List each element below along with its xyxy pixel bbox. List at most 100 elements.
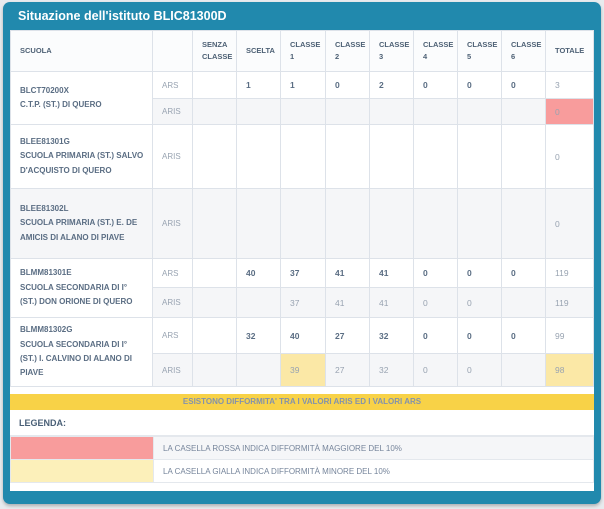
value-cell: 1: [281, 72, 326, 99]
table-row: BLEE81301G SCUOLA PRIMARIA (ST.) SALVO D…: [11, 125, 594, 189]
value-cell: [370, 125, 414, 189]
total-cell: 3: [546, 72, 594, 99]
value-cell: [237, 125, 281, 189]
header-classe-1: CLASSE 1: [281, 31, 326, 72]
total-cell: 0: [546, 189, 594, 259]
value-cell: 27: [326, 318, 370, 354]
source-label: ARIS: [153, 354, 193, 387]
total-cell: 119: [546, 288, 594, 318]
difformita-banner: ESISTONO DIFFORMITA' TRA I VALORI ARIS E…: [10, 394, 594, 410]
value-cell: 0: [458, 259, 502, 288]
value-cell: 0: [502, 72, 546, 99]
value-cell: [414, 99, 458, 125]
value-cell: 32: [370, 354, 414, 387]
header-senza-classe: SENZA CLASSE: [193, 31, 237, 72]
value-cell: [193, 189, 237, 259]
header-source: [153, 31, 193, 72]
value-cell: [237, 99, 281, 125]
value-cell: [237, 189, 281, 259]
value-cell: [458, 125, 502, 189]
source-label: ARS: [153, 318, 193, 354]
school-code: BLEE81302L: [20, 202, 146, 216]
source-label: ARS: [153, 72, 193, 99]
legend-row-red: LA CASELLA ROSSA INDICA DIFFORMITÀ MAGGI…: [11, 437, 594, 460]
value-cell: [370, 99, 414, 125]
value-cell: 0: [502, 318, 546, 354]
value-cell: [193, 354, 237, 387]
value-cell: [193, 288, 237, 318]
table-row: BLMM81302G SCUOLA SECONDARIA DI I° (ST.)…: [11, 318, 594, 354]
value-cell: [193, 259, 237, 288]
header-scelta: SCELTA: [237, 31, 281, 72]
value-cell-diff-minor: 39: [281, 354, 326, 387]
value-cell: [502, 288, 546, 318]
value-cell: [502, 189, 546, 259]
school-cell: BLEE81302L SCUOLA PRIMARIA (ST.) E. DE A…: [11, 189, 153, 259]
header-scuola: SCUOLA: [11, 31, 153, 72]
panel-content: SCUOLA SENZA CLASSE SCELTA CLASSE 1 CLAS…: [10, 30, 594, 491]
header-classe-2: CLASSE 2: [326, 31, 370, 72]
total-cell-diff-major: 0: [546, 99, 594, 125]
total-cell: 0: [546, 125, 594, 189]
value-cell: [414, 125, 458, 189]
school-code: BLMM81302G: [20, 323, 146, 337]
value-cell: [502, 99, 546, 125]
value-cell: [458, 99, 502, 125]
value-cell: [193, 72, 237, 99]
value-cell: 32: [237, 318, 281, 354]
value-cell: [326, 189, 370, 259]
value-cell: 0: [502, 259, 546, 288]
page-title: Situazione dell'istituto BLIC81300D: [10, 2, 594, 30]
value-cell: [281, 125, 326, 189]
legend-red-text: LA CASELLA ROSSA INDICA DIFFORMITÀ MAGGI…: [154, 437, 594, 460]
source-label: ARIS: [153, 288, 193, 318]
legend-row-yellow: LA CASELLA GIALLA INDICA DIFFORMITÀ MINO…: [11, 460, 594, 483]
value-cell: [458, 189, 502, 259]
value-cell: 0: [458, 288, 502, 318]
school-code: BLEE81301G: [20, 135, 146, 149]
value-cell: [414, 189, 458, 259]
value-cell: 40: [281, 318, 326, 354]
value-cell: [193, 99, 237, 125]
value-cell: [193, 318, 237, 354]
legend-yellow-text: LA CASELLA GIALLA INDICA DIFFORMITÀ MINO…: [154, 460, 594, 483]
header-classe-6: CLASSE 6: [502, 31, 546, 72]
header-classe-5: CLASSE 5: [458, 31, 502, 72]
school-name: SCUOLA SECONDARIA DI I° (ST.) I. CALVINO…: [20, 338, 146, 381]
table-row: BLEE81302L SCUOLA PRIMARIA (ST.) E. DE A…: [11, 189, 594, 259]
legend-red-swatch: [11, 437, 154, 460]
source-label: ARIS: [153, 189, 193, 259]
situazione-table: SCUOLA SENZA CLASSE SCELTA CLASSE 1 CLAS…: [10, 30, 594, 387]
header-totale: TOTALE: [546, 31, 594, 72]
value-cell: 0: [414, 288, 458, 318]
table-row: BLCT70200X C.T.P. (ST.) DI QUERO ARS 1 1…: [11, 72, 594, 99]
value-cell: 0: [458, 72, 502, 99]
value-cell: [370, 189, 414, 259]
value-cell: 0: [458, 354, 502, 387]
school-name: SCUOLA SECONDARIA DI I° (ST.) DON ORIONE…: [20, 281, 146, 310]
value-cell: [326, 99, 370, 125]
value-cell: 2: [370, 72, 414, 99]
value-cell: 41: [326, 288, 370, 318]
value-cell: 41: [370, 259, 414, 288]
school-name: SCUOLA PRIMARIA (ST.) E. DE AMICIS DI AL…: [20, 216, 146, 245]
value-cell: 0: [414, 72, 458, 99]
school-cell: BLMM81302G SCUOLA SECONDARIA DI I° (ST.)…: [11, 318, 153, 387]
value-cell: [281, 189, 326, 259]
value-cell: [237, 288, 281, 318]
total-cell: 99: [546, 318, 594, 354]
table-header-row: SCUOLA SENZA CLASSE SCELTA CLASSE 1 CLAS…: [11, 31, 594, 72]
value-cell: 32: [370, 318, 414, 354]
source-label: ARIS: [153, 99, 193, 125]
school-name: SCUOLA PRIMARIA (ST.) SALVO D'ACQUISTO D…: [20, 149, 146, 178]
value-cell: 0: [414, 318, 458, 354]
value-cell: 40: [237, 259, 281, 288]
value-cell: [326, 125, 370, 189]
value-cell: [502, 125, 546, 189]
source-label: ARIS: [153, 125, 193, 189]
school-name: C.T.P. (ST.) DI QUERO: [20, 98, 146, 112]
value-cell: 41: [326, 259, 370, 288]
value-cell: 27: [326, 354, 370, 387]
table-row: BLMM81301E SCUOLA SECONDARIA DI I° (ST.)…: [11, 259, 594, 288]
header-classe-4: CLASSE 4: [414, 31, 458, 72]
